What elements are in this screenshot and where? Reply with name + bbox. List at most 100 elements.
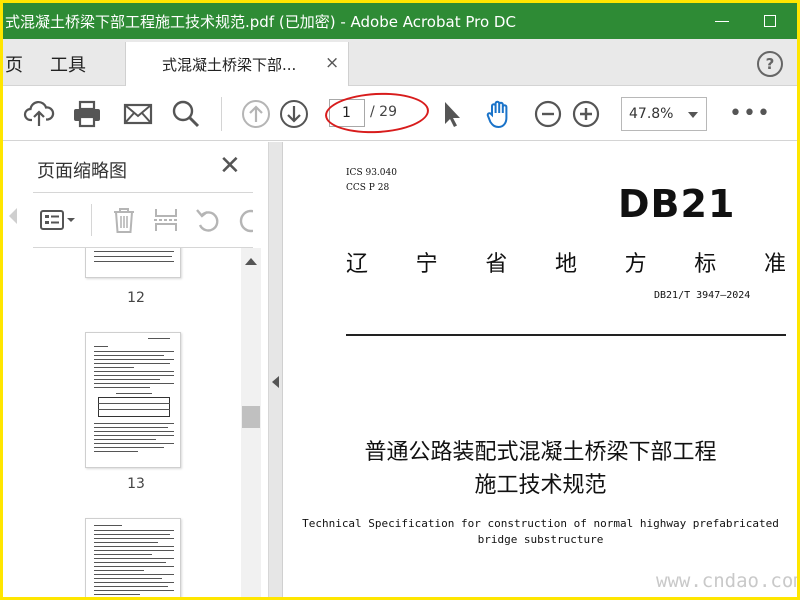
thumb-table	[98, 397, 170, 417]
heading-char: 标	[694, 252, 717, 277]
rotate-counterclockwise-icon[interactable]	[193, 205, 223, 235]
more-tools-icon[interactable]: •••	[729, 101, 771, 126]
document-title-line: 施工技术规范	[474, 473, 607, 498]
ccs-code: CCS P 28	[346, 183, 390, 193]
thumb-text-line	[94, 586, 168, 588]
thumb-text-line	[148, 338, 170, 340]
select-cursor-icon[interactable]	[435, 98, 467, 130]
thumbnail-options-icon[interactable]	[39, 205, 79, 235]
page-thumbnail-12[interactable]	[85, 248, 181, 278]
email-icon[interactable]	[122, 98, 154, 130]
thumb-text-line	[94, 594, 140, 596]
thumb-text-line	[94, 538, 174, 540]
scroll-up-icon[interactable]	[245, 258, 257, 265]
thumb-text-line	[94, 546, 174, 548]
panel-collapse-strip[interactable]	[269, 142, 283, 597]
thumb-text-line	[94, 550, 174, 552]
thumb-text-line	[94, 427, 168, 429]
thumb-text-line	[116, 393, 152, 395]
maximize-button[interactable]	[755, 7, 785, 35]
app-window: 式混凝土桥梁下部工程施工技术规范.pdf (已加密) - Adobe Acrob…	[0, 0, 800, 600]
zoom-out-icon[interactable]	[532, 98, 564, 130]
standard-number: DB21/T 3947—2024	[654, 290, 751, 301]
zoom-level-select[interactable]: 47.8%	[621, 97, 707, 131]
thumbnail-scrollbar[interactable]	[241, 248, 261, 597]
thumb-text-line	[94, 431, 174, 433]
hand-tool-icon[interactable]	[483, 98, 515, 130]
delete-page-icon[interactable]	[109, 205, 139, 235]
extract-page-icon[interactable]	[151, 205, 181, 235]
panel-title: 页面缩略图	[37, 161, 127, 182]
print-icon[interactable]	[71, 98, 103, 130]
page-thumbnail-13[interactable]	[85, 332, 181, 468]
thumb-text-line	[94, 566, 174, 568]
window-title: 式混凝土桥梁下部工程施工技术规范.pdf (已加密) - Adobe Acrob…	[5, 13, 516, 31]
thumb-text-line	[94, 387, 150, 389]
thumb-text-line	[94, 542, 158, 544]
panel-separator	[33, 192, 253, 193]
heading-char: 宁	[415, 252, 438, 277]
search-icon[interactable]	[170, 98, 202, 130]
thumb-text-line	[94, 423, 174, 425]
tab-bar: 页 工具 式混凝土桥梁下部... × ?	[3, 39, 797, 86]
thumb-text-line	[94, 554, 152, 556]
english-title: Technical Specification for construction…	[284, 516, 797, 548]
english-title-line: bridge substructure	[477, 533, 604, 546]
thumb-text-line	[94, 570, 144, 572]
thumb-text-line	[94, 439, 156, 441]
thumb-text-line	[94, 351, 174, 353]
english-title-line: Technical Specification for construction…	[302, 517, 779, 530]
thumb-text-line	[94, 346, 108, 348]
page-thumbnail-14[interactable]	[85, 518, 181, 597]
heading-char: 省	[485, 252, 508, 277]
document-view[interactable]: ICS 93.040 CCS P 28 DB21 辽 宁 省 地 方 标 准 D…	[284, 142, 797, 597]
thumbnail-page-number: 12	[127, 290, 145, 306]
thumb-text-line	[94, 443, 174, 445]
ics-code: ICS 93.040	[346, 168, 397, 178]
upload-cloud-icon[interactable]	[23, 98, 55, 130]
thumb-text-line	[94, 447, 164, 449]
header-rule	[346, 334, 786, 336]
heading-char: 辽	[346, 252, 369, 277]
heading-char: 方	[624, 252, 647, 277]
thumb-text-line	[94, 435, 174, 437]
panel-notch-icon	[9, 208, 17, 224]
tab-home[interactable]: 页	[5, 51, 23, 77]
scrollbar-thumb[interactable]	[242, 406, 260, 428]
minimize-button[interactable]	[707, 7, 737, 35]
thumb-text-line	[94, 363, 170, 365]
thumb-text-line	[94, 383, 174, 385]
thumb-text-line	[94, 534, 170, 536]
document-title: 普通公路装配式混凝土桥梁下部工程 施工技术规范	[284, 436, 797, 502]
title-bar: 式混凝土桥梁下部工程施工技术规范.pdf (已加密) - Adobe Acrob…	[3, 3, 797, 39]
thumb-text-line	[94, 371, 174, 373]
thumb-text-line	[94, 578, 162, 580]
thumbnail-page-number: 13	[127, 476, 145, 492]
thumbnails-panel: 页面缩略图 ✕ 12 13	[3, 142, 269, 597]
main-toolbar: 1 / 29 47.8% •••	[3, 87, 797, 141]
thumb-text-line	[94, 574, 174, 576]
thumb-text-line	[94, 582, 174, 584]
document-tab[interactable]: 式混凝土桥梁下部... ×	[125, 42, 349, 86]
zoom-level-value: 47.8%	[629, 106, 674, 122]
previous-page-icon[interactable]	[240, 98, 272, 130]
thumb-text-line	[94, 562, 166, 564]
close-panel-icon[interactable]: ✕	[219, 152, 241, 180]
thumb-text-line	[94, 256, 172, 258]
close-tab-icon[interactable]: ×	[325, 53, 339, 73]
document-title-line: 普通公路装配式混凝土桥梁下部工程	[364, 440, 717, 465]
help-icon[interactable]: ?	[757, 51, 783, 77]
minimize-icon	[715, 20, 729, 22]
collapse-panel-icon[interactable]	[272, 376, 279, 388]
next-page-icon[interactable]	[278, 98, 310, 130]
zoom-in-icon[interactable]	[570, 98, 602, 130]
thumb-text-line	[94, 367, 134, 369]
thumb-text-line	[94, 251, 174, 253]
heading-char: 地	[554, 252, 577, 277]
thumb-text-line	[94, 355, 164, 357]
thumb-text-line	[94, 590, 174, 592]
tab-tools[interactable]: 工具	[50, 51, 86, 77]
thumb-text-line	[94, 558, 174, 560]
thumb-text-line	[94, 261, 174, 263]
rotate-clockwise-icon[interactable]	[235, 205, 253, 235]
